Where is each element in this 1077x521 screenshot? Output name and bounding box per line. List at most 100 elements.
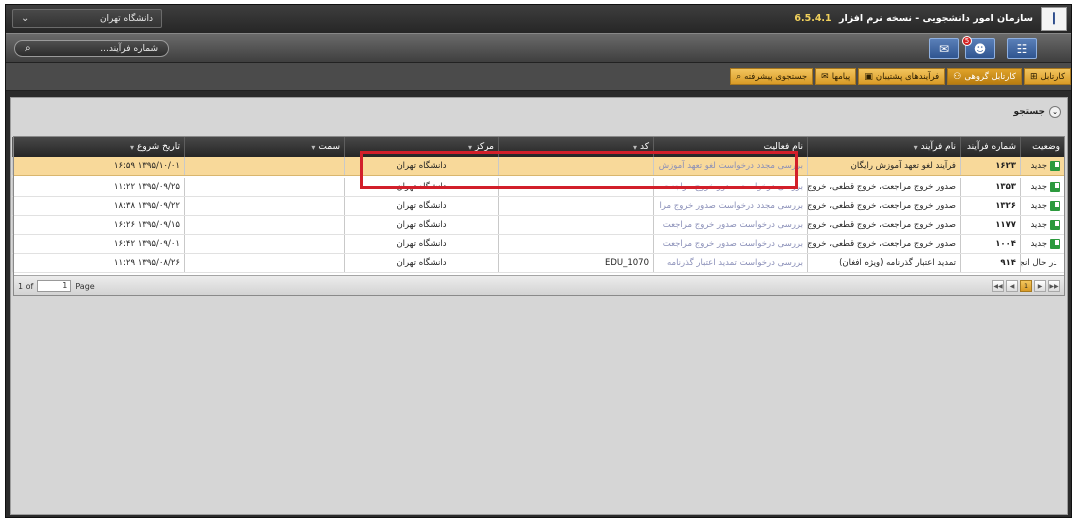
sitemap-icon: ☷ [1016, 41, 1028, 56]
cell-role [184, 157, 344, 175]
column-header-date[interactable]: تاریخ شروع ▾ [12, 137, 184, 157]
pager-controls: ◀◀ ◀ 1 ▶ ▶▶ [992, 280, 1060, 292]
tab-label: کارتابل [1040, 71, 1066, 82]
cell-number: ۱۶۲۳ [960, 157, 1020, 175]
app-title-text: سازمان امور دانشجویی - نسخه نرم افزار [838, 13, 1033, 24]
search-icon: ⌕ [25, 43, 31, 54]
next-page-icon[interactable]: ▶ [1034, 280, 1046, 292]
cell-process: فرآیند لغو تعهد آموزش رایگان [807, 157, 960, 175]
cell-number: ۱۳۲۶ [960, 197, 1020, 215]
tab-bar: کارتابل ⊞ کارتابل گروهی ⚇ فرآیندهای پشتی… [6, 63, 1071, 91]
users-icon: ⚇ [953, 71, 962, 82]
search-placeholder: شماره فرآیند... [100, 43, 158, 54]
page-number-input[interactable]: 1 [37, 280, 72, 292]
cell-number: ۹۱۴ [960, 254, 1020, 272]
pager: 1 of 1 Page ◀◀ ◀ 1 ▶ ▶▶ [14, 275, 1064, 295]
table-row[interactable]: جدید ۱۰۰۴ صدور خروج مراجعت، خروج قطعی، خ… [12, 235, 1064, 254]
cell-code [498, 216, 653, 234]
cell-process: تمدید اعتبار گذرنامه (ویژه افغان) [807, 254, 960, 272]
messages-button[interactable]: ✉ [929, 38, 959, 59]
cell-activity[interactable]: بررسی درخواست تمدید اعتبار گذرنامه [653, 254, 807, 272]
pager-info: 1 of 1 Page [18, 280, 95, 292]
tab-label: فرآیندهای پشتیبان [875, 71, 940, 82]
cell-center: دانشگاه تهران [344, 216, 498, 234]
sitemap-button[interactable]: ☷ [1007, 38, 1037, 59]
cell-code: EDU_1070 [498, 254, 653, 272]
cell-activity[interactable]: بررسی مجدد درخواست صدور خروج مرا [653, 197, 807, 215]
cell-process: صدور خروج مراجعت، خروج قطعی، خروج [807, 178, 960, 196]
cell-date: ۱۳۹۵/۰۸/۲۶ ۱۱:۲۹ [12, 254, 184, 272]
notification-badge: 5 [962, 36, 972, 46]
logo: ا [1041, 7, 1067, 31]
cell-date: ۱۳۹۵/۰۹/۲۵ ۱۱:۲۲ [12, 178, 184, 196]
current-page-button[interactable]: 1 [1020, 280, 1032, 292]
cell-center: دانشگاه تهران [344, 235, 498, 253]
table-row[interactable]: جدید ۱۳۲۶ صدور خروج مراجعت، خروج قطعی، خ… [12, 197, 1064, 216]
cell-role [184, 178, 344, 196]
mail-icon: ✉ [821, 71, 829, 82]
pager-of-label: 1 of [18, 281, 34, 291]
users-icon: ☻ [973, 41, 987, 56]
cell-code [498, 235, 653, 253]
prev-page-icon[interactable]: ◀ [1006, 280, 1018, 292]
first-page-icon[interactable]: ◀◀ [992, 280, 1004, 292]
tab-label: کارتابل گروهی [964, 71, 1016, 82]
cell-activity[interactable]: بررسی درخواست صدور خروج مراجعت [653, 216, 807, 234]
cell-number: ۱۳۵۳ [960, 178, 1020, 196]
column-header-role[interactable]: سمت ▾ [184, 137, 344, 157]
mail-icon: ✉ [938, 41, 950, 56]
app-window: ا سازمان امور دانشجویی - نسخه نرم افزار … [5, 4, 1072, 518]
filter-icon[interactable]: ▾ [130, 143, 134, 152]
users-button[interactable]: ☻ 5 [962, 36, 995, 59]
column-header-status[interactable]: وضعیت [1020, 137, 1064, 157]
cell-number: ۱۱۷۷ [960, 216, 1020, 234]
new-status-icon [1050, 182, 1060, 192]
tab-group-cartable[interactable]: کارتابل گروهی ⚇ [947, 68, 1022, 85]
app-title: سازمان امور دانشجویی - نسخه نرم افزار 6.… [794, 13, 1033, 24]
new-status-icon [1050, 201, 1060, 211]
column-header-process[interactable]: نام فرآیند ▾ [807, 137, 960, 157]
cell-date: ۱۳۹۵/۱۰/۰۱ ۱۶:۵۹ [12, 157, 184, 175]
cell-role [184, 254, 344, 272]
cell-date: ۱۳۹۵/۰۹/۱۵ ۱۶:۲۶ [12, 216, 184, 234]
filter-icon[interactable]: ▾ [311, 143, 315, 152]
toolbar: شماره فرآیند... ⌕ ☷ ☻ 5 ✉ [6, 33, 1071, 63]
tab-messages[interactable]: پیامها ✉ [815, 68, 857, 85]
cell-code [498, 197, 653, 215]
cell-process: صدور خروج مراجعت، خروج قطعی، خروج [807, 216, 960, 234]
cell-number: ۱۰۰۴ [960, 235, 1020, 253]
cell-role [184, 235, 344, 253]
tab-cartable[interactable]: کارتابل ⊞ [1023, 68, 1071, 85]
tab-label: جستجوی پیشرفته [744, 71, 808, 82]
cell-role [184, 216, 344, 234]
cell-role [184, 197, 344, 215]
cell-process: صدور خروج مراجعت، خروج قطعی، خروج [807, 197, 960, 215]
chevron-down-icon: ⌄ [21, 13, 30, 24]
last-page-icon[interactable]: ▶▶ [1048, 280, 1060, 292]
tab-support-processes[interactable]: فرآیندهای پشتیبان ▣ [858, 68, 946, 85]
cell-date: ۱۳۹۵/۰۹/۰۱ ۱۶:۴۲ [12, 235, 184, 253]
sitemap-icon: ⊞ [1029, 71, 1038, 82]
organization-select[interactable]: دانشگاه تهران ⌄ [12, 9, 162, 28]
search-icon: ⌕ [736, 71, 742, 82]
cell-center: دانشگاه تهران [344, 254, 498, 272]
column-header-number[interactable]: شماره فرآیند [960, 137, 1020, 157]
new-status-icon [1050, 161, 1060, 171]
table-row[interactable]: در حال انجام ۹۱۴ تمدید اعتبار گذرنامه (و… [12, 254, 1064, 273]
tab-advanced-search[interactable]: جستجوی پیشرفته ⌕ [730, 68, 814, 85]
cell-date: ۱۳۹۵/۰۹/۲۲ ۱۸:۳۸ [12, 197, 184, 215]
cell-center: دانشگاه تهران [344, 197, 498, 215]
organization-select-value: دانشگاه تهران [99, 13, 153, 24]
process-number-search[interactable]: شماره فرآیند... ⌕ [14, 40, 169, 57]
tab-label: پیامها [831, 71, 851, 82]
pager-page-label: Page [75, 281, 95, 291]
cell-activity[interactable]: بررسی درخواست صدور خروج مراجعت [653, 235, 807, 253]
filter-icon[interactable]: ▾ [914, 143, 918, 152]
app-version: 6.5.4.1 [794, 13, 832, 24]
title-bar: ا سازمان امور دانشجویی - نسخه نرم افزار … [6, 5, 1071, 33]
search-section-header[interactable]: ⌄ جستجو [1014, 106, 1061, 118]
table-row[interactable]: جدید ۱۱۷۷ صدور خروج مراجعت، خروج قطعی، خ… [12, 216, 1064, 235]
collapse-toggle-icon[interactable]: ⌄ [1049, 106, 1061, 118]
tabs: کارتابل ⊞ کارتابل گروهی ⚇ فرآیندهای پشتی… [728, 68, 1071, 86]
cell-process: صدور خروج مراجعت، خروج قطعی، خروج [807, 235, 960, 253]
